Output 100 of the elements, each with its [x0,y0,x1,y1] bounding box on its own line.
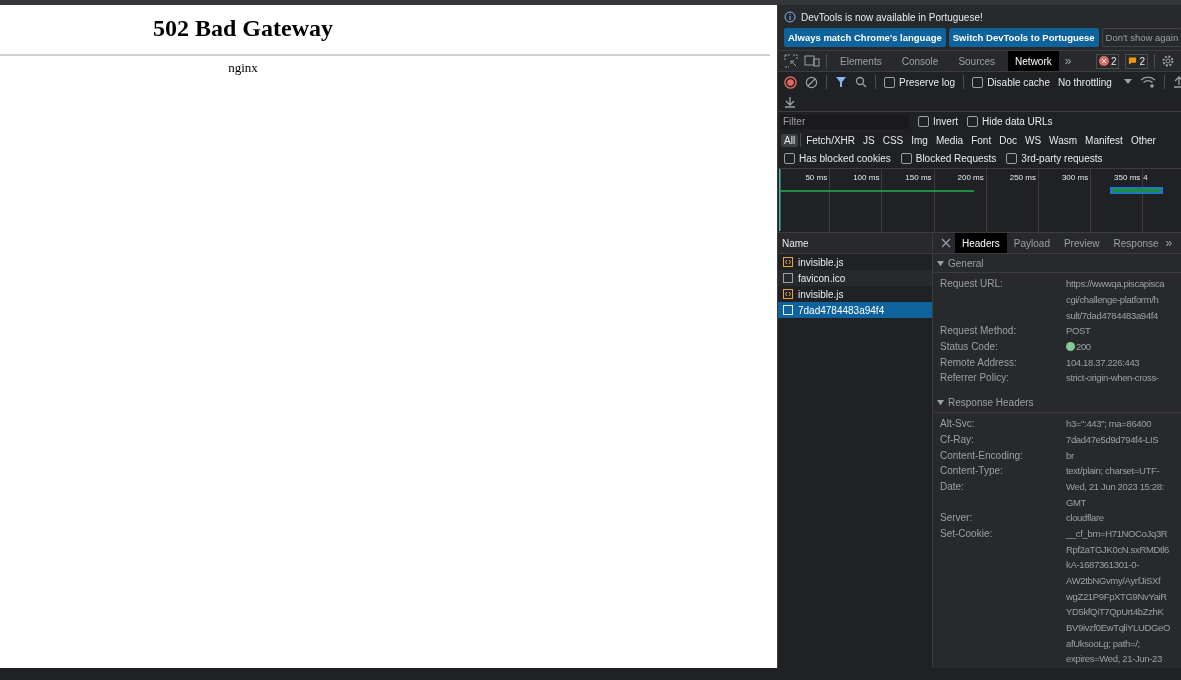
header-name: Request URL: [940,278,1003,290]
header-value: __cf_bm=H71NOCoJq3R [1066,527,1168,539]
type-filter-button[interactable]: JS [860,133,878,147]
filter-icon[interactable] [835,76,847,88]
timeline-tick-label: 350 ms [1114,173,1141,182]
more-tabs[interactable]: » [1165,236,1173,250]
header-name: Content-Type: [940,465,1003,477]
header-name: Cf-Ray: [940,433,974,445]
filter-field[interactable]: Filter [781,114,909,129]
header-value: br [1066,449,1074,461]
header-value: text/plain; charset=UTF- [1066,465,1160,477]
document-file-icon [783,305,793,315]
banner-button[interactable]: Don't show again [1101,28,1181,47]
type-filter-button[interactable]: WS [1022,133,1045,147]
device-toolbar-icon[interactable] [804,54,820,68]
header-value: cgi/challenge-platform/h [1066,294,1159,306]
header-value: wgZ21P9FpXTG9NvYaiR [1066,590,1167,602]
close-icon[interactable] [941,238,951,248]
panel-tab[interactable]: Console [894,51,946,71]
header-value: afUksooLg; path=/; [1066,637,1140,649]
info-icon [784,11,796,23]
inspect-icon[interactable] [784,54,798,68]
search-icon[interactable] [855,76,867,88]
header-value: expires=Wed, 21-Jun-23 [1066,653,1162,665]
warning-icon [1128,56,1138,66]
type-filter-button[interactable]: Media [932,133,967,147]
detail-tab[interactable]: Payload [1006,233,1057,253]
header-value: Rpf2aTGJK0cN.sxRMDtl6 [1066,543,1169,555]
type-filter-button[interactable]: Wasm [1046,133,1081,147]
server-name: nginx [227,60,259,76]
header-value: 104.18.37.226:443 [1066,356,1140,368]
throttling-dropdown[interactable]: No throttling [1057,76,1132,88]
warning-count-badge[interactable]: 2 [1125,53,1148,69]
detail-tab[interactable]: Headers [955,233,1007,253]
banner-button[interactable]: Always match Chrome's language [784,28,946,47]
document-file-icon [783,273,793,283]
header-value: cloudflare [1066,512,1104,524]
filter-option-checkbox[interactable]: Hide data URLs [967,116,1053,127]
header-name: Remote Address: [940,356,1017,368]
header-value: AW2tbNGvmy/AyrfJiSXf [1066,575,1161,587]
header-value: POST [1066,325,1091,337]
header-name: Server: [940,512,973,524]
type-filter-button[interactable]: Doc [996,133,1020,147]
name-column-header[interactable]: Name [778,233,932,254]
header-name: Alt-Svc: [940,418,975,430]
header-name: Status Code: [940,341,998,353]
header-value: 200 [1076,341,1091,353]
header-value: https://wwwqa.piscapisca [1066,278,1165,290]
blocked-filter-checkbox[interactable]: Has blocked cookies [784,153,891,164]
page-heading: 502 Bad Gateway [152,14,334,43]
type-filter-button[interactable]: Img [908,133,931,147]
more-tabs[interactable]: » [1064,54,1072,68]
type-filter-button[interactable]: Fetch/XHR [803,133,859,147]
filter-option-checkbox[interactable]: Invert [918,116,958,127]
script-file-icon [783,257,793,267]
timeline-tick-label: 50 ms [805,173,828,182]
timeline-tick-label: 300 ms [1061,173,1089,182]
timeline-tick-label: 150 ms [905,173,932,182]
upload-icon[interactable] [1172,76,1181,88]
request-row[interactable]: 7dad4784483a94f4 [778,302,932,318]
error-count-badge[interactable]: 2 [1095,53,1120,69]
header-name: Date: [940,480,964,492]
header-value: BV9ivzf0EwTqliYLUDGeO [1066,622,1171,634]
header-value: sult/7dad4784483a94f4 [1066,309,1158,321]
type-filter-button[interactable]: CSS [879,133,907,147]
wifi-settings-icon[interactable] [1139,76,1156,88]
type-filter-button[interactable]: Other [1127,133,1159,147]
script-file-icon [783,289,793,299]
detail-tab[interactable]: Response [1106,233,1166,253]
request-row[interactable]: favicon.ico [778,270,932,286]
timeline-tick-label: 4 [1143,173,1148,182]
panel-tab[interactable]: Sources [951,51,1003,71]
header-name: Content-Encoding: [940,449,1023,461]
preserve-log-checkbox[interactable]: Preserve log [884,76,956,88]
settings-icon[interactable] [1161,54,1175,68]
banner-button[interactable]: Switch DevTools to Portuguese [948,28,1099,47]
error-icon [1098,56,1109,66]
blocked-filter-checkbox[interactable]: 3rd-party requests [1006,153,1103,164]
header-value: 7dad47e5d9d794f4-LIS [1066,433,1159,445]
timeline-tick-label: 100 ms [853,173,880,182]
download-icon[interactable] [784,95,796,108]
blocked-filter-checkbox[interactable]: Blocked Requests [900,153,997,164]
disable-cache-checkbox[interactable]: Disable cache [972,76,1050,88]
header-value: GMT [1066,496,1087,508]
header-value: strict-origin-when-cross- [1066,372,1159,384]
type-filter-button[interactable]: Manifest [1082,133,1126,147]
header-name: Request Method: [940,325,1017,337]
detail-tab[interactable]: Preview [1056,233,1107,253]
header-value: h3=":443"; ma=86400 [1066,418,1152,430]
type-filter-button[interactable]: All [781,133,799,147]
type-filter-button[interactable]: Font [968,133,995,147]
timeline-tick-label: 200 ms [957,173,984,182]
panel-tab[interactable]: Network [1008,51,1059,71]
header-value: kA-1687361301-0- [1066,559,1140,571]
caret-icon [1123,79,1132,85]
record-icon[interactable] [784,75,797,89]
panel-tab[interactable]: Elements [833,51,889,71]
header-value: Wed, 21 Jun 2023 15:28: [1066,480,1164,492]
clear-icon[interactable] [805,75,818,89]
header-name: Referrer Policy: [940,372,1009,384]
